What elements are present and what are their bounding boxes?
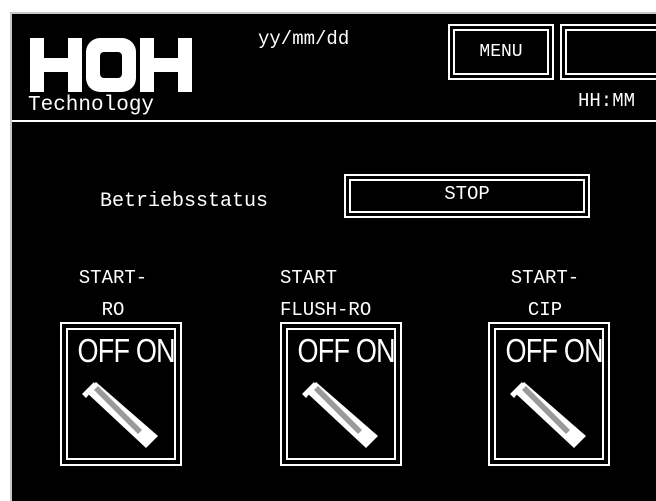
switch-label-start-flush-ro: START FLUSH-RO: [280, 267, 372, 321]
status-value: STOP: [349, 179, 585, 213]
blank-button-label: [565, 29, 656, 75]
header-bar: Technology yy/mm/dd HH:MM MENU: [12, 14, 656, 122]
toggle-lever-icon: [302, 382, 378, 448]
status-field: STOP: [344, 174, 590, 218]
off-on-text: OFF ON: [297, 332, 396, 369]
date-display: yy/mm/dd: [258, 28, 350, 50]
off-on-text: OFF ON: [505, 332, 604, 369]
off-on-text: OFF ON: [77, 332, 176, 369]
logo-subtitle: Technology: [28, 94, 155, 117]
toggle-lever-icon: [82, 382, 158, 448]
switch-face: OFF ON: [494, 328, 604, 460]
start-flush-ro-switch[interactable]: OFF ON: [280, 322, 402, 466]
hmi-screen: Technology yy/mm/dd HH:MM MENU Betriebss…: [10, 12, 656, 501]
start-cip-switch[interactable]: OFF ON: [488, 322, 610, 466]
switch-label-start-cip: START- CIP: [510, 267, 580, 321]
time-display: HH:MM: [578, 90, 636, 112]
status-label: Betriebsstatus: [100, 190, 269, 213]
switch-label-start-ro: START- RO: [78, 267, 148, 321]
hoh-logo-mark: [30, 38, 192, 92]
switch-face: OFF ON: [66, 328, 176, 460]
menu-button-label: MENU: [453, 29, 549, 75]
menu-button[interactable]: MENU: [448, 24, 554, 80]
hoh-logo: [30, 38, 192, 92]
blank-button[interactable]: [560, 24, 656, 80]
start-ro-switch[interactable]: OFF ON: [60, 322, 182, 466]
switch-face: OFF ON: [286, 328, 396, 460]
toggle-lever-icon: [510, 382, 586, 448]
